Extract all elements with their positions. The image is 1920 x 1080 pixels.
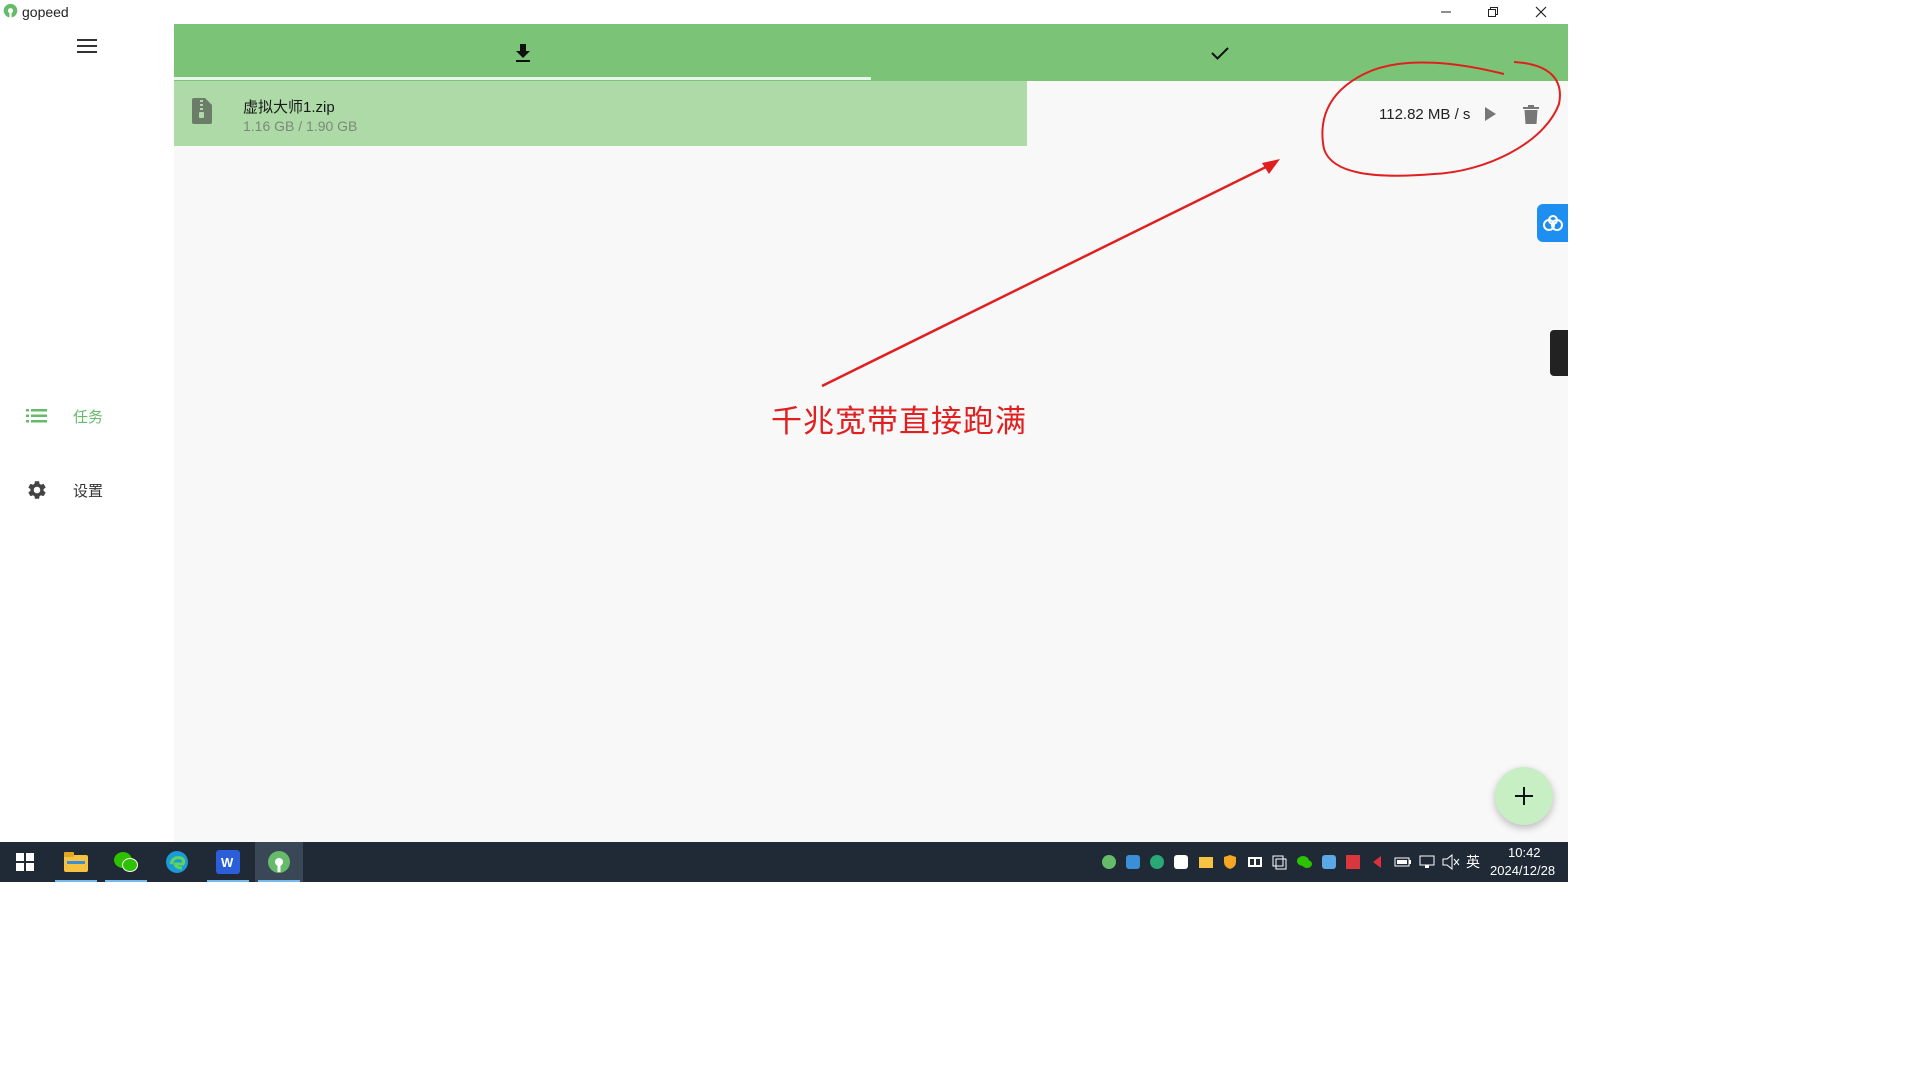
resume-button[interactable] bbox=[1479, 103, 1501, 125]
trash-icon bbox=[1523, 104, 1539, 124]
gear-icon bbox=[24, 477, 50, 503]
gopeed-icon bbox=[268, 851, 290, 873]
delete-button[interactable] bbox=[1520, 102, 1542, 126]
plus-icon bbox=[1515, 787, 1533, 805]
tray-app-icon[interactable] bbox=[1320, 852, 1338, 872]
tray-baidu-icon[interactable] bbox=[1124, 852, 1142, 872]
file-explorer-icon bbox=[64, 852, 88, 872]
hamburger-menu-icon bbox=[77, 39, 97, 53]
sidebar-item-label: 设置 bbox=[73, 482, 104, 500]
restore-icon bbox=[1488, 7, 1498, 17]
annotation-text: 千兆宽带直接跑满 bbox=[771, 404, 1027, 440]
task-row[interactable]: 虚拟大师1.zip 1.16 GB / 1.90 GB bbox=[174, 81, 1027, 146]
tray-app-icon[interactable] bbox=[1148, 852, 1166, 872]
close-button[interactable] bbox=[1518, 0, 1564, 24]
tray-app-icon[interactable] bbox=[1344, 852, 1362, 872]
battery-icon[interactable] bbox=[1394, 852, 1412, 872]
task-progress-text: 1.16 GB / 1.90 GB bbox=[243, 118, 358, 134]
check-icon bbox=[1210, 46, 1229, 60]
tab-completed[interactable] bbox=[871, 24, 1568, 81]
list-icon bbox=[24, 403, 50, 429]
tab-bar bbox=[174, 24, 1568, 81]
side-handle[interactable] bbox=[1550, 330, 1568, 376]
tab-downloading[interactable] bbox=[174, 24, 871, 81]
tray-arrow-icon[interactable] bbox=[1368, 852, 1386, 872]
zip-file-icon bbox=[192, 98, 212, 124]
network-icon[interactable] bbox=[1418, 852, 1436, 872]
input-language-indicator[interactable]: 英 bbox=[1466, 852, 1480, 872]
app-title: gopeed bbox=[22, 4, 69, 20]
taskbar-edge[interactable] bbox=[153, 842, 201, 882]
close-icon bbox=[1535, 6, 1547, 18]
baidu-netdisk-widget[interactable] bbox=[1537, 204, 1568, 242]
svg-text:W: W bbox=[221, 855, 234, 870]
main-content: 虚拟大师1.zip 1.16 GB / 1.90 GB 112.82 MB / … bbox=[174, 24, 1568, 842]
minimize-icon bbox=[1441, 11, 1451, 13]
tray-folder-icon[interactable] bbox=[1197, 852, 1215, 872]
taskbar-wechat[interactable] bbox=[102, 842, 150, 882]
sidebar-item-label: 任务 bbox=[73, 408, 104, 426]
edge-icon bbox=[166, 851, 188, 873]
wechat-icon bbox=[114, 852, 138, 872]
taskbar-word[interactable]: W bbox=[204, 842, 252, 882]
cloud-icon bbox=[1542, 215, 1563, 231]
start-button[interactable] bbox=[4, 842, 46, 882]
taskbar-gopeed[interactable] bbox=[255, 842, 303, 882]
task-file-name: 虚拟大师1.zip bbox=[243, 99, 335, 116]
windows-start-icon bbox=[16, 853, 34, 871]
clock-time[interactable]: 10:42 bbox=[1508, 845, 1541, 860]
clock-date[interactable]: 2024/12/28 bbox=[1490, 863, 1555, 878]
tray-wechat-icon[interactable] bbox=[1295, 852, 1313, 872]
title-bar: gopeed bbox=[0, 0, 1568, 24]
tray-shield-icon[interactable] bbox=[1221, 852, 1239, 872]
tab-indicator bbox=[174, 77, 871, 80]
sidebar-item-settings[interactable]: 设置 bbox=[24, 475, 154, 505]
add-task-button[interactable] bbox=[1495, 767, 1553, 825]
tray-app-icon[interactable] bbox=[1172, 852, 1190, 872]
minimize-button[interactable] bbox=[1423, 0, 1469, 24]
volume-muted-icon[interactable] bbox=[1442, 852, 1460, 872]
tray-dolby-icon[interactable] bbox=[1246, 852, 1264, 872]
play-icon bbox=[1485, 107, 1496, 121]
tray-window-icon[interactable] bbox=[1270, 852, 1288, 872]
gopeed-logo-icon bbox=[3, 3, 18, 20]
restore-button[interactable] bbox=[1470, 0, 1516, 24]
download-icon bbox=[515, 43, 530, 62]
menu-button[interactable] bbox=[68, 32, 106, 60]
tray-gopeed-icon[interactable] bbox=[1100, 852, 1118, 872]
download-speed: 112.82 MB / s bbox=[1379, 106, 1471, 123]
taskbar: W 英 10:42 2024/12/28 bbox=[0, 842, 1568, 882]
word-icon: W bbox=[216, 850, 240, 874]
taskbar-file-explorer[interactable] bbox=[52, 842, 100, 882]
sidebar-item-tasks[interactable]: 任务 bbox=[24, 401, 154, 431]
sidebar: 任务 设置 bbox=[0, 24, 174, 842]
